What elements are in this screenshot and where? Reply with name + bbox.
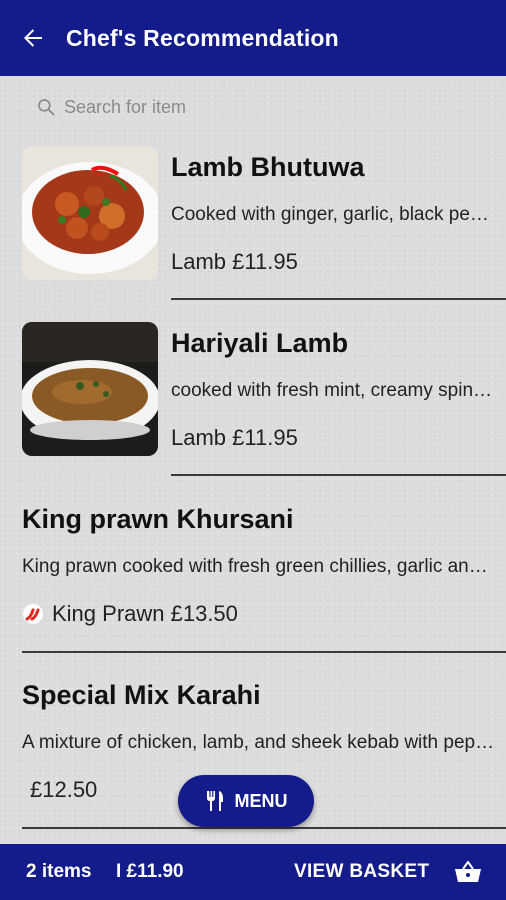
view-basket-button[interactable]: VIEW BASKET bbox=[294, 861, 429, 883]
menu-item[interactable]: Lamb Bhutuwa Cooked with ginger, garlic,… bbox=[0, 146, 506, 302]
item-name: Special Mix Karahi bbox=[22, 680, 261, 710]
search-icon bbox=[38, 99, 55, 116]
item-price: £12.50 bbox=[30, 777, 98, 802]
basket-icon[interactable] bbox=[454, 860, 482, 884]
item-name: Hariyali Lamb bbox=[171, 328, 349, 358]
item-description: cooked with fresh mint, creamy spinach a… bbox=[171, 380, 495, 401]
menu-button[interactable]: MENU bbox=[178, 775, 314, 827]
basket-item-count: 2 items bbox=[26, 861, 92, 882]
basket-bar[interactable]: 2 items I £11.90 VIEW BASKET bbox=[0, 844, 506, 900]
app-bar: Chef's Recommendation bbox=[0, 0, 506, 76]
item-name: King prawn Khursani bbox=[22, 504, 294, 534]
item-price: Lamb £11.95 bbox=[171, 249, 298, 274]
back-button[interactable] bbox=[0, 0, 66, 76]
item-price-row: King Prawn £13.50 bbox=[22, 601, 238, 627]
page-title: Chef's Recommendation bbox=[66, 24, 339, 51]
search-input[interactable] bbox=[64, 96, 364, 118]
divider bbox=[22, 651, 506, 653]
chilli-icon bbox=[23, 604, 43, 624]
divider bbox=[22, 827, 506, 829]
divider bbox=[171, 298, 506, 300]
basket-total: I £11.90 bbox=[116, 861, 184, 882]
item-price: Lamb £11.95 bbox=[171, 425, 298, 450]
cutlery-icon bbox=[206, 791, 223, 811]
menu-item[interactable]: Hariyali Lamb cooked with fresh mint, cr… bbox=[0, 322, 506, 478]
item-description: King prawn cooked with fresh green chill… bbox=[22, 556, 497, 577]
item-description: Cooked with ginger, garlic, black pepper… bbox=[171, 204, 495, 225]
arrow-left-icon bbox=[24, 29, 42, 47]
item-description: A mixture of chicken, lamb, and sheek ke… bbox=[22, 732, 497, 753]
menu-item[interactable]: King prawn Khursani King prawn cooked wi… bbox=[0, 502, 506, 653]
curry-bowl-image bbox=[22, 322, 158, 456]
search-bar[interactable] bbox=[36, 92, 364, 122]
divider bbox=[171, 474, 506, 476]
menu-button-label: MENU bbox=[234, 790, 288, 811]
curry-dish-image bbox=[22, 146, 158, 280]
menu-list[interactable]: Lamb Bhutuwa Cooked with ginger, garlic,… bbox=[0, 76, 506, 844]
item-price: King Prawn £13.50 bbox=[52, 601, 238, 626]
item-name: Lamb Bhutuwa bbox=[171, 152, 365, 182]
